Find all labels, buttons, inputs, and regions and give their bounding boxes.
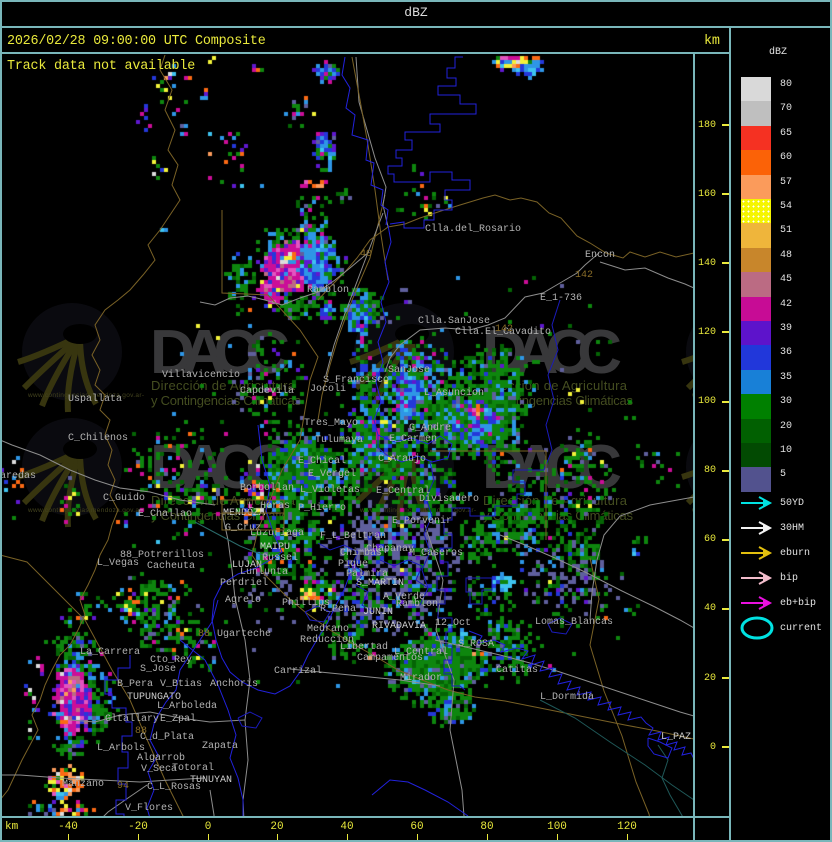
svg-text:L_Central: L_Central bbox=[394, 646, 448, 658]
svg-text:40: 40 bbox=[360, 249, 372, 260]
svg-text:Perdriel: Perdriel bbox=[220, 577, 268, 589]
svg-text:Jocoli: Jocoli bbox=[310, 383, 346, 395]
svg-text:Zapata: Zapata bbox=[202, 741, 238, 752]
svg-text:Tres_Mayo: Tres_Mayo bbox=[304, 418, 358, 429]
svg-text:S_ROSA: S_ROSA bbox=[458, 639, 494, 650]
svg-text:L_Dormida: L_Dormida bbox=[540, 691, 594, 703]
svg-text:G_Andre: G_Andre bbox=[409, 422, 451, 434]
svg-text:Totoral: Totoral bbox=[172, 762, 214, 774]
svg-text:12_Oct: 12_Oct bbox=[435, 618, 471, 629]
svg-text:V_Flores: V_Flores bbox=[125, 802, 173, 814]
svg-text:S_MARTIN: S_MARTIN bbox=[356, 578, 404, 589]
svg-text:Anchoris: Anchoris bbox=[210, 678, 258, 690]
svg-text:Chimbas: Chimbas bbox=[340, 547, 382, 559]
svg-text:C_Araujo: C_Araujo bbox=[378, 453, 426, 465]
svg-text:Cacheuta: Cacheuta bbox=[147, 560, 195, 572]
svg-text:E_Challao: E_Challao bbox=[138, 508, 192, 520]
svg-text:142: 142 bbox=[575, 270, 593, 281]
svg-text:Ramblon: Ramblon bbox=[396, 598, 438, 610]
svg-text:88: 88 bbox=[135, 726, 147, 737]
svg-text:MAIPU: MAIPU bbox=[260, 542, 290, 553]
svg-text:142: 142 bbox=[495, 324, 513, 335]
svg-text:Tulumaya: Tulumaya bbox=[315, 434, 363, 446]
svg-text:E_Porvenir: E_Porvenir bbox=[392, 515, 452, 527]
svg-text:Ugarteche: Ugarteche bbox=[217, 628, 271, 640]
svg-text:C_Chilenos: C_Chilenos bbox=[68, 432, 128, 444]
svg-text:Encon: Encon bbox=[585, 250, 615, 261]
svg-text:Luzuriaga: Luzuriaga bbox=[250, 527, 304, 539]
svg-text:L_PAZ: L_PAZ bbox=[661, 732, 691, 743]
svg-text:V_Btias: V_Btias bbox=[160, 678, 202, 690]
svg-text:Phillips: Phillips bbox=[282, 597, 330, 609]
svg-text:P_Hierro: P_Hierro bbox=[298, 502, 346, 514]
svg-text:Carrizal: Carrizal bbox=[274, 665, 322, 677]
svg-text:Villavicencio: Villavicencio bbox=[162, 369, 240, 381]
svg-text:JUNIN: JUNIN bbox=[363, 607, 393, 618]
svg-text:L_Violetas: L_Violetas bbox=[300, 484, 360, 496]
svg-text:L_Vegas: L_Vegas bbox=[97, 558, 139, 569]
svg-text:E_1-736: E_1-736 bbox=[540, 293, 582, 304]
svg-text:Medrano: Medrano bbox=[307, 623, 349, 635]
svg-text:Clla.del_Rosario: Clla.del_Rosario bbox=[425, 223, 521, 235]
svg-text:RIVADAVIA: RIVADAVIA bbox=[372, 621, 426, 632]
svg-text:Borbollan: Borbollan bbox=[240, 482, 294, 494]
svg-text:C_L_Rosas: C_L_Rosas bbox=[147, 782, 201, 793]
svg-text:88: 88 bbox=[198, 629, 210, 640]
svg-text:Lunlunta: Lunlunta bbox=[240, 566, 288, 578]
svg-text:94: 94 bbox=[117, 781, 129, 792]
svg-text:E_Vergel: E_Vergel bbox=[308, 468, 356, 480]
svg-text:SanJose: SanJose bbox=[388, 365, 430, 376]
svg-text:Mirador: Mirador bbox=[400, 672, 442, 684]
svg-text:Clla.SanJose: Clla.SanJose bbox=[418, 315, 490, 327]
svg-text:Catitas: Catitas bbox=[496, 664, 538, 676]
svg-text:Libertad: Libertad bbox=[340, 641, 388, 653]
svg-text:Uspallata: Uspallata bbox=[68, 393, 122, 405]
svg-text:Manzano: Manzano bbox=[62, 779, 104, 790]
svg-text:S_Jose: S_Jose bbox=[140, 664, 176, 675]
svg-text:Gltallary: Gltallary bbox=[105, 713, 159, 725]
svg-text:Capdevila: Capdevila bbox=[240, 385, 294, 397]
svg-text:Russel: Russel bbox=[262, 552, 298, 564]
svg-text:Ramblon: Ramblon bbox=[307, 284, 349, 296]
svg-text:E_Zpal: E_Zpal bbox=[160, 713, 196, 725]
svg-text:Lomas_Blancas: Lomas_Blancas bbox=[535, 616, 613, 628]
svg-text:M_Caseros: M_Caseros bbox=[409, 548, 463, 559]
svg-text:L_Asuncion: L_Asuncion bbox=[424, 387, 484, 399]
svg-text:L_Arboleda: L_Arboleda bbox=[157, 700, 217, 712]
svg-text:F_L_Beltran: F_L_Beltran bbox=[320, 530, 386, 542]
svg-text:Divisadero: Divisadero bbox=[419, 493, 479, 505]
svg-text:aredas: aredas bbox=[0, 470, 36, 482]
svg-text:E_Carmen: E_Carmen bbox=[389, 434, 437, 445]
svg-text:B_Pera: B_Pera bbox=[117, 679, 153, 690]
svg-text:C_d_Plata: C_d_Plata bbox=[140, 731, 194, 743]
svg-text:E_Chical: E_Chical bbox=[298, 455, 346, 467]
svg-text:Agrelo: Agrelo bbox=[225, 594, 261, 606]
svg-text:C_Guido: C_Guido bbox=[103, 492, 145, 504]
svg-text:La_Carrera: La_Carrera bbox=[80, 647, 140, 658]
